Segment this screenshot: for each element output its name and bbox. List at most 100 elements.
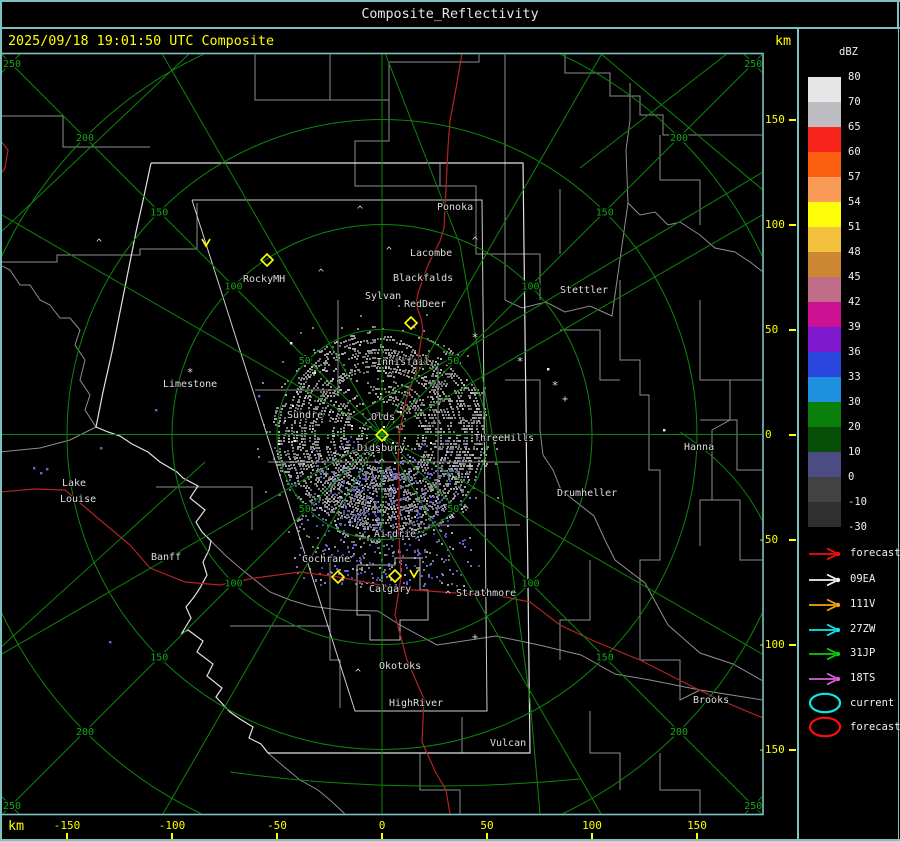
range-ring-label: 200 <box>76 133 94 144</box>
range-ring-label: 250 <box>744 801 762 812</box>
caret-marker: ^ <box>387 371 393 382</box>
place-label: RedDeer <box>404 299 446 310</box>
bottom-axis-tick <box>591 833 593 839</box>
graticule-line <box>0 53 190 233</box>
blue-dot-marker <box>155 409 157 411</box>
colorbar-value-label: 39 <box>848 321 861 333</box>
colorbar-value-label: 54 <box>848 196 861 208</box>
range-ring-label: 250 <box>3 801 21 812</box>
place-label: Blackfalds <box>393 273 453 284</box>
place-label: Hanna <box>684 442 714 453</box>
colorbar-value-label: 70 <box>848 96 861 108</box>
range-ring-label: 150 <box>596 207 614 218</box>
radar-map-canvas[interactable]: 5010015020025050100150200250501001502002… <box>0 0 900 841</box>
bottom-axis-tick-label: 0 <box>360 819 404 832</box>
colorbar-value-label: 48 <box>848 246 861 258</box>
place-label: Strathmore <box>456 588 516 599</box>
radar-app-window: Composite_Reflectivity 2025/09/18 19:01:… <box>0 0 900 841</box>
right-axis-tick <box>789 329 796 331</box>
blue-dot-marker <box>100 447 102 449</box>
range-ring-label: 150 <box>596 653 614 664</box>
colorbar-title: dBZ <box>839 46 858 58</box>
blue-dot-marker <box>40 472 42 474</box>
right-axis-tick <box>789 434 796 436</box>
range-ring-label: 100 <box>521 578 539 589</box>
colorbar-swatch <box>808 452 841 477</box>
legend-arrow-label: 31JP <box>850 647 875 659</box>
bottom-axis-tick-label: -150 <box>45 819 89 832</box>
place-label: Vulcan <box>490 738 526 749</box>
111v-arrow-icon <box>808 597 842 616</box>
azimuth-line <box>72 435 382 841</box>
colorbar-swatch <box>808 277 841 302</box>
map-layers: 5010015020025050100150200250501001502002… <box>0 0 900 841</box>
bottom-axis-tick <box>171 833 173 839</box>
right-axis-tick-label: 150 <box>765 113 785 126</box>
caret-marker: ^ <box>463 505 469 516</box>
colorbar-value-label: 30 <box>848 396 861 408</box>
bottom-axis-tick <box>66 833 68 839</box>
place-label: Limestone <box>163 379 217 390</box>
place-label: Banff <box>151 552 181 563</box>
colorbar-swatch <box>808 402 841 427</box>
place-label: Innisfail <box>376 357 430 368</box>
plus-marker: + <box>472 632 478 643</box>
place-label: Olds <box>371 412 395 423</box>
right-axis-tick-label: -150 <box>758 743 785 756</box>
asterisk-marker: * <box>187 366 194 379</box>
right-axis-tick <box>789 539 796 541</box>
bottom-axis-tick-label: -100 <box>150 819 194 832</box>
range-ring-label: 250 <box>744 59 762 70</box>
place-label: Airdrie <box>374 529 416 540</box>
place-label: ThreeHills <box>474 433 534 444</box>
place-label: RockyMH <box>243 274 285 285</box>
right-axis-tick-label: -100 <box>758 638 785 651</box>
colorbar-value-label: 57 <box>848 171 861 183</box>
place-labels: PonokaLacombeBlackfaldsSylvanRedDeerStet… <box>60 202 729 749</box>
range-ring-label: 100 <box>521 282 539 293</box>
place-label: Okotoks <box>379 661 421 672</box>
bottom-axis-tick-label: 50 <box>465 819 509 832</box>
range-ring-label: 200 <box>76 727 94 738</box>
caret-marker: ^ <box>386 246 392 257</box>
colorbar-value-label: 36 <box>848 346 861 358</box>
place-label: Drumheller <box>557 488 617 499</box>
colorbar-swatch <box>808 327 841 352</box>
forecast-ellipse-icon <box>808 716 844 742</box>
range-ring-label: 150 <box>150 207 168 218</box>
place-label: Sylvan <box>365 291 401 302</box>
caret-marker: ^ <box>96 238 102 249</box>
place-label: HighRiver <box>389 698 443 709</box>
colorbar-swatch <box>808 477 841 502</box>
bottom-axis-tick-label: 100 <box>570 819 614 832</box>
white-dot-marker <box>547 368 549 370</box>
forecast-arrow-icon <box>808 546 842 565</box>
place-label: Cochrane <box>302 554 350 565</box>
colorbar-swatch <box>808 502 841 527</box>
27zw-arrow-icon <box>808 622 842 641</box>
right-axis-tick <box>789 749 796 751</box>
18ts-arrow-icon <box>808 671 842 690</box>
place-label: Brooks <box>693 695 729 706</box>
bottom-axis-tick-label: 150 <box>675 819 719 832</box>
place-label: Stettler <box>560 285 608 296</box>
legend-arrow-label: 09EA <box>850 573 875 585</box>
colorbar-value-label: 60 <box>848 146 861 158</box>
bottom-axis-tick <box>696 833 698 839</box>
plus-marker: + <box>467 461 473 472</box>
bottom-axis-tick <box>381 833 383 839</box>
colorbar-swatch <box>808 252 841 277</box>
range-ring-label: 200 <box>670 727 688 738</box>
range-ring-label: 250 <box>3 59 21 70</box>
place-label: Ponoka <box>437 202 473 213</box>
colorbar-value-label: 10 <box>848 446 861 458</box>
colorbar-swatch <box>808 377 841 402</box>
colorbar-swatch <box>808 152 841 177</box>
legend-arrow-label: 18TS <box>850 672 875 684</box>
colorbar-value-label: 51 <box>848 221 861 233</box>
asterisk-marker: * <box>517 355 524 368</box>
range-ring-label: 150 <box>150 653 168 664</box>
bottom-axis-tick-label: -50 <box>255 819 299 832</box>
graticule-arc <box>230 772 580 786</box>
colorbar-value-label: 20 <box>848 421 861 433</box>
